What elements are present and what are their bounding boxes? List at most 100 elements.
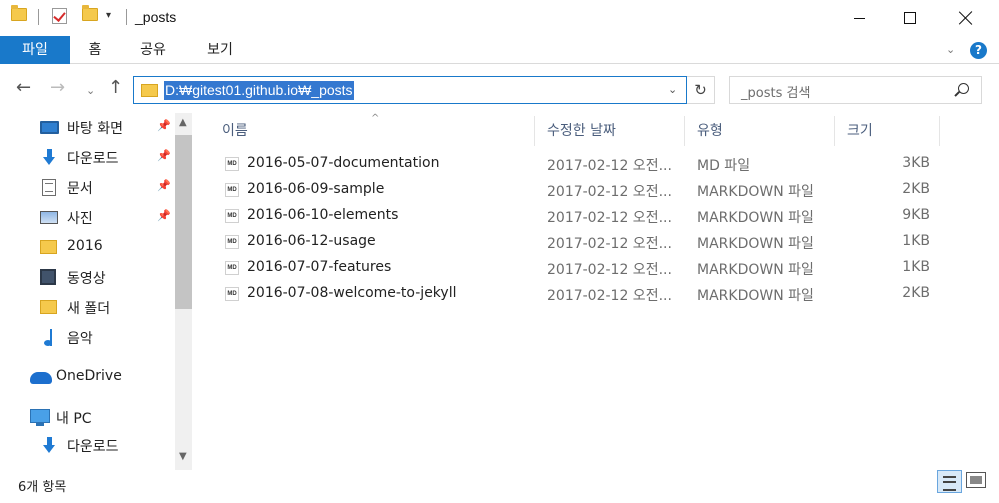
column-divider[interactable] [534, 116, 535, 146]
minimize-button[interactable] [836, 0, 882, 36]
download-icon [40, 437, 59, 453]
scroll-up-icon[interactable]: ▲ [179, 117, 187, 128]
tab-home[interactable]: 홈 [80, 36, 110, 64]
video-icon [40, 269, 56, 285]
sidebar-item-label: 동영상 [67, 271, 106, 287]
sidebar-item-pc-downloads[interactable]: 다운로드 [0, 433, 175, 457]
ribbon-expand-icon[interactable]: ⌄ [946, 43, 955, 56]
folder-icon [11, 5, 27, 21]
sidebar-item-onedrive[interactable]: OneDrive [0, 365, 175, 389]
file-name[interactable]: 2016-06-09-sample [247, 181, 384, 197]
file-type: MD 파일 [697, 158, 751, 174]
onedrive-icon [30, 372, 52, 384]
qat-customize-dropdown[interactable]: ▾ [106, 10, 111, 21]
sidebar-item-desktop[interactable]: 바탕 화면 📌 [0, 115, 175, 139]
maximize-button[interactable] [887, 0, 933, 36]
download-icon [40, 149, 59, 165]
sidebar-scrollbar[interactable]: ▲ ▼ [175, 113, 192, 470]
details-view-icon[interactable] [937, 470, 962, 493]
file-name[interactable]: 2016-07-08-welcome-to-jekyll [247, 285, 456, 301]
file-type: MARKDOWN 파일 [697, 288, 814, 304]
large-icons-view-icon[interactable] [966, 472, 986, 488]
sidebar-item-label: 사진 [67, 211, 93, 227]
sidebar-item-2016[interactable]: 2016 [0, 235, 175, 259]
up-button[interactable]: ↑ [108, 79, 123, 97]
forward-button[interactable]: → [50, 79, 65, 97]
sidebar-item-new-folder[interactable]: 새 폴더 [0, 295, 175, 319]
search-placeholder: _posts 검색 [741, 86, 811, 101]
maximize-icon [904, 12, 916, 24]
file-name[interactable]: 2016-05-07-documentation [247, 155, 439, 171]
window-title: _posts [135, 9, 177, 25]
ribbon-tabs: 파일 홈 공유 보기 ⌄ ? [0, 36, 999, 64]
sidebar-item-music[interactable]: 음악 [0, 325, 175, 349]
file-size: 1KB [902, 259, 930, 275]
help-icon[interactable]: ? [970, 42, 987, 59]
sidebar-item-label: 음악 [67, 331, 93, 347]
search-input[interactable]: _posts 검색 [729, 76, 982, 104]
pin-icon: 📌 [157, 119, 171, 132]
back-button[interactable]: ← [16, 79, 31, 97]
file-row[interactable]: MD 2016-06-10-elements 2017-02-12 오전... … [198, 202, 999, 228]
computer-icon [30, 409, 50, 426]
qat-separator [38, 9, 39, 25]
scroll-down-icon[interactable]: ▼ [179, 451, 187, 462]
search-icon[interactable] [958, 83, 969, 94]
close-icon [959, 11, 973, 25]
column-divider[interactable] [834, 116, 835, 146]
file-size: 2KB [902, 181, 930, 197]
column-header-type[interactable]: 유형 [697, 119, 723, 143]
minimize-icon [853, 17, 865, 19]
tab-view[interactable]: 보기 [199, 36, 241, 64]
file-row[interactable]: MD 2016-07-08-welcome-to-jekyll 2017-02-… [198, 280, 999, 306]
column-header-date[interactable]: 수정한 날짜 [547, 119, 616, 143]
file-date: 2017-02-12 오전... [547, 210, 672, 226]
file-row[interactable]: MD 2016-06-09-sample 2017-02-12 오전... MA… [198, 176, 999, 202]
file-size: 1KB [902, 233, 930, 249]
file-list: ^ 이름 수정한 날짜 유형 크기 MD 2016-05-07-document… [198, 113, 999, 470]
recent-locations-button[interactable]: ⌄ [86, 82, 95, 100]
sidebar-item-this-pc[interactable]: 내 PC [0, 405, 175, 429]
folder-icon [141, 84, 158, 97]
tab-share[interactable]: 공유 [132, 36, 174, 64]
document-icon [42, 179, 56, 196]
file-type: MARKDOWN 파일 [697, 184, 814, 200]
address-text[interactable]: D:₩gitest01.github.io₩_posts [164, 81, 354, 100]
pictures-icon [40, 211, 58, 224]
close-button[interactable] [943, 0, 989, 36]
tab-file[interactable]: 파일 [0, 36, 70, 64]
properties-icon[interactable] [52, 8, 67, 24]
sort-ascending-icon: ^ [371, 113, 380, 124]
file-date: 2017-02-12 오전... [547, 288, 672, 304]
file-row[interactable]: MD 2016-05-07-documentation 2017-02-12 오… [198, 150, 999, 176]
markdown-file-icon: MD [225, 157, 239, 171]
address-dropdown-icon[interactable]: ⌄ [668, 83, 677, 96]
folder-icon [40, 300, 57, 314]
markdown-file-icon: MD [225, 209, 239, 223]
sidebar-item-label: 내 PC [56, 411, 92, 427]
sidebar-item-label: 다운로드 [67, 439, 119, 455]
desktop-icon [40, 121, 59, 134]
file-name[interactable]: 2016-06-12-usage [247, 233, 376, 249]
file-row[interactable]: MD 2016-07-07-features 2017-02-12 오전... … [198, 254, 999, 280]
sidebar-item-videos[interactable]: 동영상 [0, 265, 175, 289]
refresh-button[interactable]: ↻ [687, 76, 715, 104]
sidebar-item-pictures[interactable]: 사진 📌 [0, 205, 175, 229]
markdown-file-icon: MD [225, 183, 239, 197]
file-row[interactable]: MD 2016-06-12-usage 2017-02-12 오전... MAR… [198, 228, 999, 254]
scrollbar-thumb[interactable] [175, 135, 192, 309]
file-name[interactable]: 2016-07-07-features [247, 259, 391, 275]
column-divider[interactable] [684, 116, 685, 146]
column-header-name[interactable]: 이름 [222, 119, 248, 143]
file-date: 2017-02-12 오전... [547, 158, 672, 174]
address-bar[interactable]: D:₩gitest01.github.io₩_posts ⌄ [133, 76, 687, 104]
pin-icon: 📌 [157, 149, 171, 162]
file-date: 2017-02-12 오전... [547, 262, 672, 278]
sidebar-item-documents[interactable]: 문서 📌 [0, 175, 175, 199]
new-folder-icon[interactable] [82, 5, 98, 21]
column-divider[interactable] [939, 116, 940, 146]
file-date: 2017-02-12 오전... [547, 184, 672, 200]
sidebar-item-downloads[interactable]: 다운로드 📌 [0, 145, 175, 169]
column-header-size[interactable]: 크기 [847, 119, 873, 143]
file-name[interactable]: 2016-06-10-elements [247, 207, 398, 223]
